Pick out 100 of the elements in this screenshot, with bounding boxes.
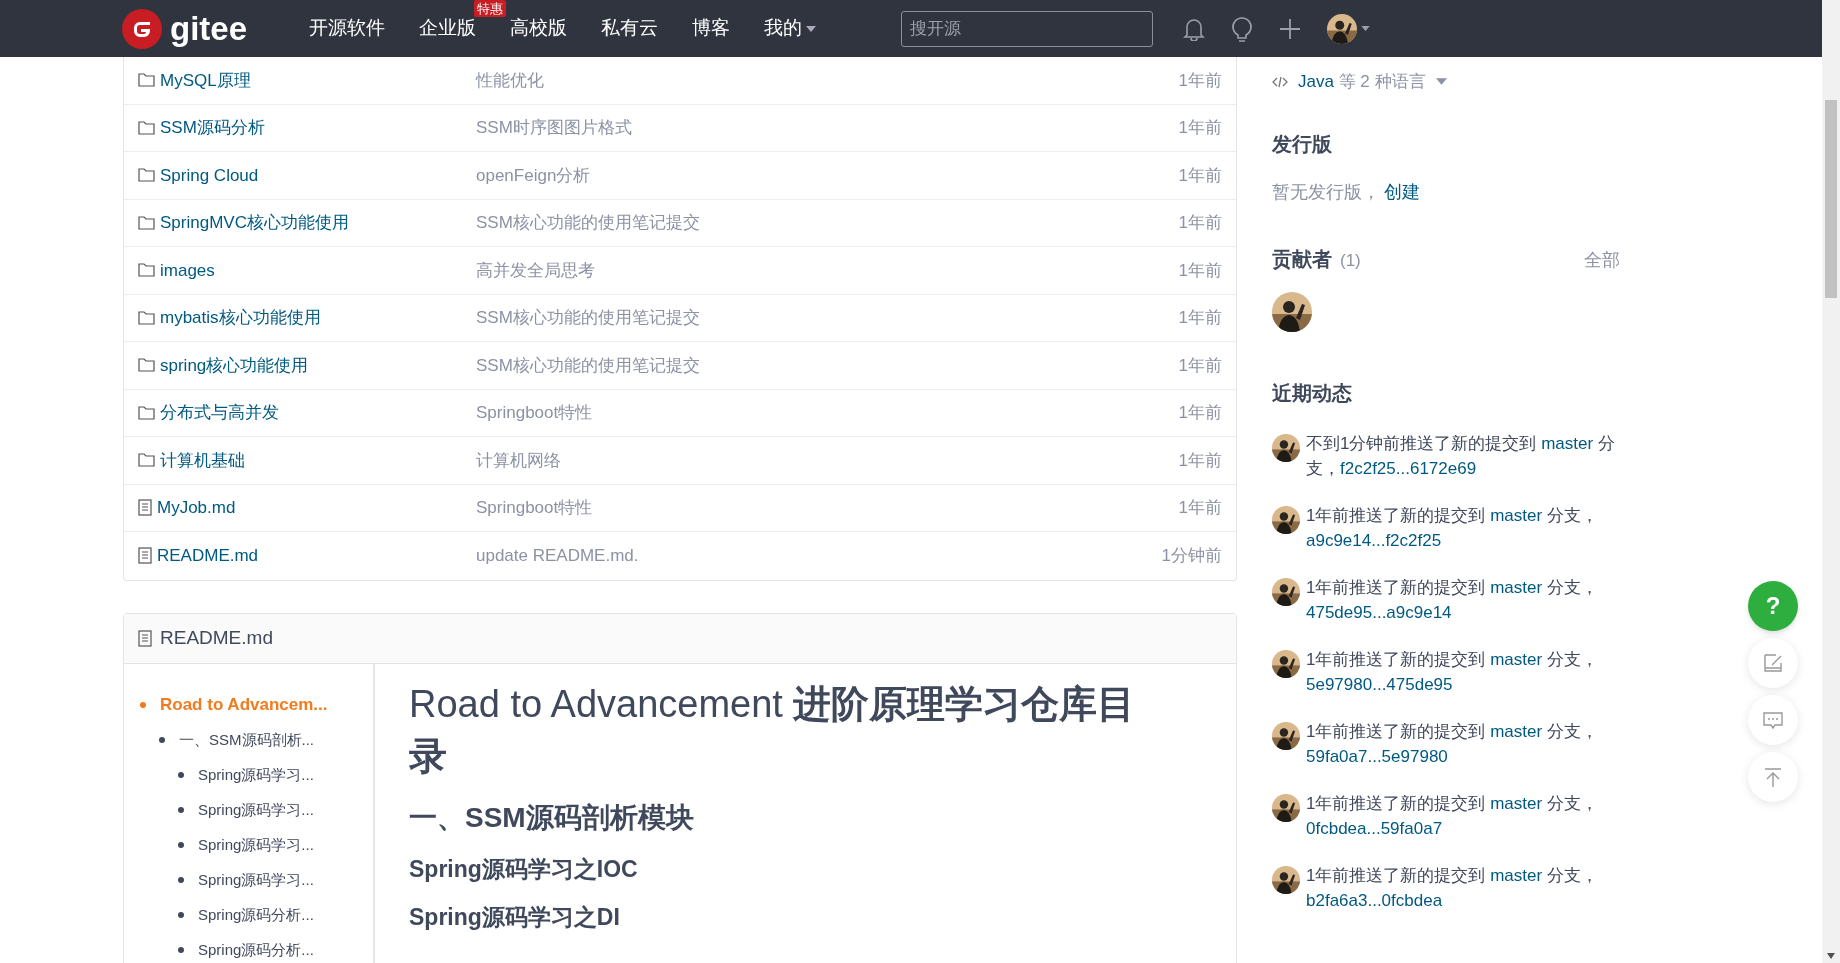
toc-link[interactable]: Spring源码分析... xyxy=(198,938,314,962)
folder-icon xyxy=(138,215,155,230)
toc-link[interactable]: Spring源码学习... xyxy=(198,833,314,857)
folder-icon xyxy=(138,453,155,468)
document-icon xyxy=(138,499,152,517)
bullet-icon xyxy=(178,877,184,883)
folder-link[interactable]: SSM源码分析 xyxy=(160,115,265,141)
branch-link[interactable]: master xyxy=(1490,505,1543,525)
section-heading: 贡献者 xyxy=(1272,246,1332,272)
avatar[interactable] xyxy=(1272,577,1300,606)
bullet-icon xyxy=(178,842,184,848)
commit-time: 1分钟前 xyxy=(1161,545,1222,567)
commit-range-link[interactable]: 475de95...a9c9e14 xyxy=(1306,602,1452,622)
toc-link[interactable]: Spring源码学习... xyxy=(198,763,314,787)
toc-link[interactable]: Spring源码分析... xyxy=(198,903,314,927)
commit-time: 1年前 xyxy=(1178,212,1222,234)
avatar[interactable] xyxy=(1272,291,1312,332)
bullet-icon xyxy=(140,702,146,708)
subsection-heading: Spring源码学习之DI xyxy=(409,902,621,932)
branch-link[interactable]: master xyxy=(1490,793,1543,813)
nav-link[interactable]: 博客 xyxy=(692,14,731,43)
language-dropdown[interactable]: Java 等 2 种语言 xyxy=(1272,69,1447,95)
create-release-link[interactable]: 创建 xyxy=(1384,178,1420,206)
commit-range-link[interactable]: a9c9e14...f2c2f25 xyxy=(1306,530,1442,550)
logo-icon[interactable] xyxy=(122,8,162,49)
activity-text: 1年前推送了新的提交到 master 分支， 59fa0a7...5e97980 xyxy=(1306,720,1599,768)
folder-link[interactable]: 分布式与高并发 xyxy=(160,400,279,426)
branch-link[interactable]: master xyxy=(1541,433,1594,453)
folder-icon xyxy=(138,405,155,420)
activity-text: 不到1分钟前推送了新的提交到 master 分支，f2c2f25...6172e69 xyxy=(1306,432,1616,480)
commit-time: 1年前 xyxy=(1178,449,1222,472)
branch-link[interactable]: master xyxy=(1490,721,1543,741)
commit-range-link[interactable]: 59fa0a7...5e97980 xyxy=(1306,746,1448,766)
bullet-icon xyxy=(159,737,165,743)
avatar[interactable] xyxy=(1327,13,1357,44)
edit-icon xyxy=(1762,652,1784,674)
folder-link[interactable]: mybatis核心功能使用 xyxy=(160,305,321,331)
page-heading: Road to Advancement 进阶原理学习仓库目录 xyxy=(409,681,1137,779)
folder-link[interactable]: images xyxy=(160,257,215,283)
branch-link[interactable]: master xyxy=(1490,865,1543,885)
avatar[interactable] xyxy=(1272,505,1300,534)
scroll-down-icon[interactable] xyxy=(1827,953,1835,959)
file-link[interactable]: README.md xyxy=(157,543,259,569)
nav-link[interactable]: 私有云 xyxy=(601,14,659,43)
folder-icon xyxy=(138,168,155,183)
avatar[interactable] xyxy=(1272,649,1300,678)
folder-link[interactable]: Spring Cloud xyxy=(160,162,259,188)
avatar[interactable] xyxy=(1272,721,1300,750)
bell-icon[interactable] xyxy=(1183,16,1205,41)
bullet-icon xyxy=(178,947,184,953)
code-icon xyxy=(1272,75,1288,88)
lightbulb-icon[interactable] xyxy=(1231,15,1253,42)
brand-name[interactable]: gitee xyxy=(170,12,248,45)
toc-link[interactable]: Spring源码学习... xyxy=(198,798,314,822)
caret-icon[interactable] xyxy=(806,25,817,32)
commit-range-link[interactable]: 5e97980...475de95 xyxy=(1306,674,1453,694)
file-link[interactable]: MyJob.md xyxy=(157,495,236,521)
plus-icon[interactable] xyxy=(1279,17,1301,40)
empty-releases-text: 暂无发行版， xyxy=(1272,180,1380,204)
avatar[interactable] xyxy=(1272,865,1300,894)
folder-link[interactable]: 计算机基础 xyxy=(160,447,245,473)
caret-icon xyxy=(1435,78,1447,86)
commit-range-link[interactable]: 0fcbdea...59fa0a7 xyxy=(1306,818,1443,838)
folder-icon xyxy=(138,73,155,88)
document-icon xyxy=(138,547,152,565)
folder-icon xyxy=(138,120,155,135)
commit-range-link[interactable]: b2fa6a3...0fcbdea xyxy=(1306,890,1443,910)
comment-icon xyxy=(1762,709,1784,731)
commit-time: 1年前 xyxy=(1178,164,1222,187)
bullet-icon xyxy=(178,807,184,813)
bullet-icon xyxy=(178,772,184,778)
commit-time: 1年前 xyxy=(1178,354,1222,377)
branch-link[interactable]: master xyxy=(1490,649,1543,669)
activity-text: 1年前推送了新的提交到 master 分支， 0fcbdea...59fa0a7 xyxy=(1306,792,1599,840)
nav-link[interactable]: 开源软件 xyxy=(309,14,386,43)
folder-link[interactable]: spring核心功能使用 xyxy=(160,352,309,378)
nav-link[interactable]: 我的 xyxy=(764,14,803,43)
nav-link[interactable]: 企业版 xyxy=(419,14,477,43)
scrollbar[interactable] xyxy=(1822,0,1840,963)
commit-time: 1年前 xyxy=(1178,69,1222,92)
subsection-heading: Spring源码学习之IOC xyxy=(409,854,639,884)
section-heading: 近期动态 xyxy=(1272,380,1353,406)
avatar[interactable] xyxy=(1272,433,1300,462)
toc-link[interactable]: 一、SSM源码剖析... xyxy=(179,728,314,752)
branch-link[interactable]: master xyxy=(1490,577,1543,597)
activity-text: 1年前推送了新的提交到 master 分支， 475de95...a9c9e14 xyxy=(1306,576,1599,624)
caret-icon[interactable] xyxy=(1361,26,1370,31)
toc-link[interactable]: Spring源码学习... xyxy=(198,868,314,892)
nav-link[interactable]: 高校版 xyxy=(510,14,568,43)
search-field[interactable]: 搜开源 xyxy=(901,10,1153,47)
folder-icon xyxy=(138,358,155,373)
folder-link[interactable]: SpringMVC核心功能使用 xyxy=(160,210,349,236)
avatar[interactable] xyxy=(1272,793,1300,822)
folder-link[interactable]: MySQL原理 xyxy=(160,67,251,93)
scrollbar-thumb[interactable] xyxy=(1825,100,1837,298)
activity-text: 1年前推送了新的提交到 master 分支， b2fa6a3...0fcbdea xyxy=(1306,864,1599,912)
section-heading: 发行版 xyxy=(1272,131,1333,157)
activity-text: 1年前推送了新的提交到 master 分支， a9c9e14...f2c2f25 xyxy=(1306,504,1599,552)
document-icon xyxy=(138,629,152,647)
commit-range-link[interactable]: f2c2f25...6172e69 xyxy=(1340,458,1477,478)
